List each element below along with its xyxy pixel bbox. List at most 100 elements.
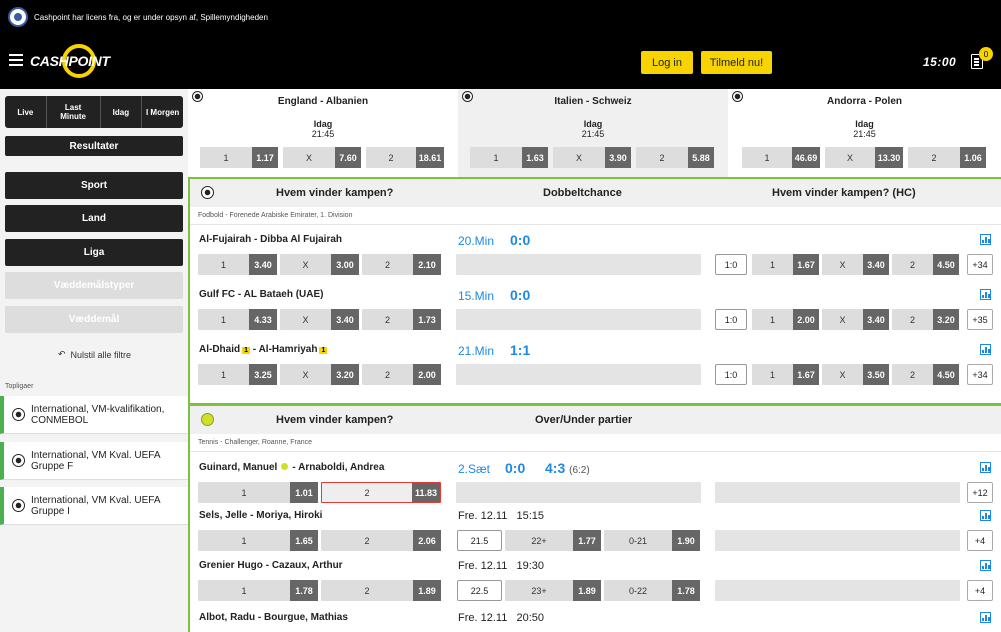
odd-home[interactable]: 1 1.78 bbox=[198, 580, 318, 601]
odd-home[interactable]: 1 1.65 bbox=[198, 530, 318, 551]
odd-under[interactable]: 0-21 1.90 bbox=[604, 530, 700, 551]
match-teams[interactable]: Albot, Radu - Bourgue, Mathias bbox=[199, 612, 348, 623]
hc-odd-draw[interactable]: X 3.40 bbox=[822, 309, 889, 330]
match-date: Fre. 12.11 15:15 bbox=[458, 510, 545, 522]
match-row: Al-Fujairah - Dibba Al Fujairah 20.Min 0… bbox=[190, 225, 1001, 280]
more-markets-button[interactable]: +12 bbox=[967, 482, 993, 503]
match-teams: England - Albanien bbox=[277, 96, 369, 107]
match-day: Idag bbox=[313, 119, 333, 129]
tab-i-morgen[interactable]: I Morgen bbox=[142, 96, 183, 128]
sport-filter[interactable]: Sport bbox=[5, 172, 183, 199]
total-line[interactable]: 21.5 bbox=[457, 530, 502, 551]
odd-draw[interactable]: X 13.30 bbox=[825, 147, 903, 168]
odd-home[interactable]: 1 46.69 bbox=[742, 147, 820, 168]
hc-odd-home[interactable]: 1 1.67 bbox=[752, 254, 819, 275]
hc-odd-home[interactable]: 1 1.67 bbox=[752, 364, 819, 385]
more-markets-button[interactable]: +4 bbox=[967, 530, 993, 551]
odd-home[interactable]: 1 1.17 bbox=[200, 147, 278, 168]
top-league-item[interactable]: International, VM Kval. UEFA Gruppe F bbox=[0, 442, 188, 480]
logo[interactable]: CASHPOINT bbox=[30, 44, 110, 78]
tab-last-minute[interactable]: Last Minute bbox=[47, 96, 101, 128]
odd-home[interactable]: 1 3.25 bbox=[198, 364, 277, 385]
over-under-placeholder bbox=[456, 482, 701, 503]
odd-draw[interactable]: X 3.40 bbox=[280, 309, 359, 330]
match-minute: 20.Min bbox=[458, 234, 495, 248]
match-row: Al-Dhaid 1 - Al-Hamriyah 1 21.Min 1:1 1 3.2… bbox=[190, 335, 1001, 390]
stats-icon[interactable] bbox=[980, 612, 991, 623]
tab-idag[interactable]: Idag bbox=[101, 96, 143, 128]
stats-icon[interactable] bbox=[980, 462, 991, 473]
featured-match-card[interactable]: Andorra - Polen Idag 21:45 1 46.69 X 13.30… bbox=[728, 89, 1001, 177]
featured-match-card[interactable]: Italien - Schweiz Idag 21:45 1 1.63 X 3.90… bbox=[458, 89, 728, 177]
time-tabs: Live Last Minute Idag I Morgen bbox=[5, 96, 183, 128]
top-league-item[interactable]: International, VM Kval. UEFA Gruppe I bbox=[0, 487, 188, 525]
match-teams: Italien - Schweiz bbox=[554, 96, 632, 107]
top-league-item[interactable]: International, VM-kvalifikation, CONMEBO… bbox=[0, 396, 188, 434]
hc-odd-away[interactable]: 2 4.50 bbox=[892, 254, 959, 275]
hc-odd-away[interactable]: 2 3.20 bbox=[892, 309, 959, 330]
red-card-badge: 1 bbox=[242, 347, 251, 354]
odd-under[interactable]: 0-22 1.78 bbox=[604, 580, 700, 601]
more-markets-button[interactable]: +34 bbox=[967, 254, 993, 275]
odd-draw[interactable]: X 3.20 bbox=[280, 364, 359, 385]
handicap-line[interactable]: 1:0 bbox=[715, 309, 747, 330]
match-teams[interactable]: Al-Dhaid 1 - Al-Hamriyah 1 bbox=[199, 344, 328, 355]
bets-filter[interactable]: Væddemål bbox=[5, 306, 183, 333]
odd-home[interactable]: 1 1.01 bbox=[198, 482, 318, 503]
match-teams[interactable]: Grenier Hugo - Cazaux, Arthur bbox=[199, 560, 343, 571]
odd-over[interactable]: 22+ 1.77 bbox=[505, 530, 601, 551]
stats-icon[interactable] bbox=[980, 510, 991, 521]
handicap-line[interactable]: 1:0 bbox=[715, 364, 747, 385]
menu-icon[interactable] bbox=[9, 54, 23, 66]
odd-away-selected[interactable]: 2 11.83 bbox=[321, 482, 441, 503]
market-placeholder bbox=[715, 580, 960, 601]
liga-filter[interactable]: Liga bbox=[5, 239, 183, 266]
odd-away[interactable]: 2 1.06 bbox=[908, 147, 986, 168]
topligaer-label: Topligaer bbox=[5, 383, 34, 390]
match-score: 0:0 bbox=[510, 232, 531, 248]
total-line[interactable]: 22.5 bbox=[457, 580, 502, 601]
odd-draw[interactable]: X 3.00 bbox=[280, 254, 359, 275]
stats-icon[interactable] bbox=[980, 289, 991, 300]
featured-matches: England - Albanien Idag 21:45 1 1.17 X 7.6… bbox=[188, 89, 1001, 177]
odd-over[interactable]: 23+ 1.89 bbox=[505, 580, 601, 601]
more-markets-button[interactable]: +4 bbox=[967, 580, 993, 601]
odd-home[interactable]: 1 3.40 bbox=[198, 254, 277, 275]
odd-draw[interactable]: X 3.90 bbox=[553, 147, 631, 168]
match-teams[interactable]: Gulf FC - AL Bataeh (UAE) bbox=[199, 289, 323, 300]
more-markets-button[interactable]: +35 bbox=[967, 309, 993, 330]
match-score: 0:0 bbox=[505, 460, 526, 476]
stats-icon[interactable] bbox=[980, 234, 991, 245]
double-chance-placeholder bbox=[456, 309, 701, 330]
reset-filters-button[interactable]: ↶ Nulstil alle filtre bbox=[58, 349, 131, 360]
hc-odd-home[interactable]: 1 2.00 bbox=[752, 309, 819, 330]
odd-away[interactable]: 2 5.88 bbox=[636, 147, 714, 168]
hc-odd-away[interactable]: 2 4.50 bbox=[892, 364, 959, 385]
featured-match-card[interactable]: England - Albanien Idag 21:45 1 1.17 X 7.6… bbox=[188, 89, 458, 177]
odd-away[interactable]: 2 18.61 bbox=[366, 147, 444, 168]
tab-live[interactable]: Live bbox=[5, 96, 47, 128]
stats-icon[interactable] bbox=[980, 344, 991, 355]
results-button[interactable]: Resultater bbox=[5, 136, 183, 156]
stats-icon[interactable] bbox=[980, 560, 991, 571]
bet-types-filter[interactable]: Væddemålstyper bbox=[5, 272, 183, 299]
hc-odd-draw[interactable]: X 3.40 bbox=[822, 254, 889, 275]
hc-odd-draw[interactable]: X 3.50 bbox=[822, 364, 889, 385]
land-filter[interactable]: Land bbox=[5, 205, 183, 232]
handicap-line[interactable]: 1:0 bbox=[715, 254, 747, 275]
odd-home[interactable]: 1 1.63 bbox=[470, 147, 548, 168]
odd-draw[interactable]: X 7.60 bbox=[283, 147, 361, 168]
odd-away[interactable]: 2 2.06 bbox=[321, 530, 441, 551]
odd-away[interactable]: 2 1.73 bbox=[362, 309, 441, 330]
odd-home[interactable]: 1 4.33 bbox=[198, 309, 277, 330]
match-teams[interactable]: Guinard, Manuel - Arnaboldi, Andrea bbox=[199, 462, 384, 473]
odd-away[interactable]: 2 2.10 bbox=[362, 254, 441, 275]
more-markets-button[interactable]: +34 bbox=[967, 364, 993, 385]
match-teams[interactable]: Sels, Jelle - Moriya, Hiroki bbox=[199, 510, 322, 521]
match-teams[interactable]: Al-Fujairah - Dibba Al Fujairah bbox=[199, 234, 342, 245]
license-bar: Cashpoint har licens fra, og er under op… bbox=[0, 0, 1001, 34]
login-button[interactable]: Log in bbox=[641, 51, 693, 74]
odd-away[interactable]: 2 2.00 bbox=[362, 364, 441, 385]
odd-away[interactable]: 2 1.89 bbox=[321, 580, 441, 601]
signup-button[interactable]: Tilmeld nu! bbox=[701, 51, 772, 74]
